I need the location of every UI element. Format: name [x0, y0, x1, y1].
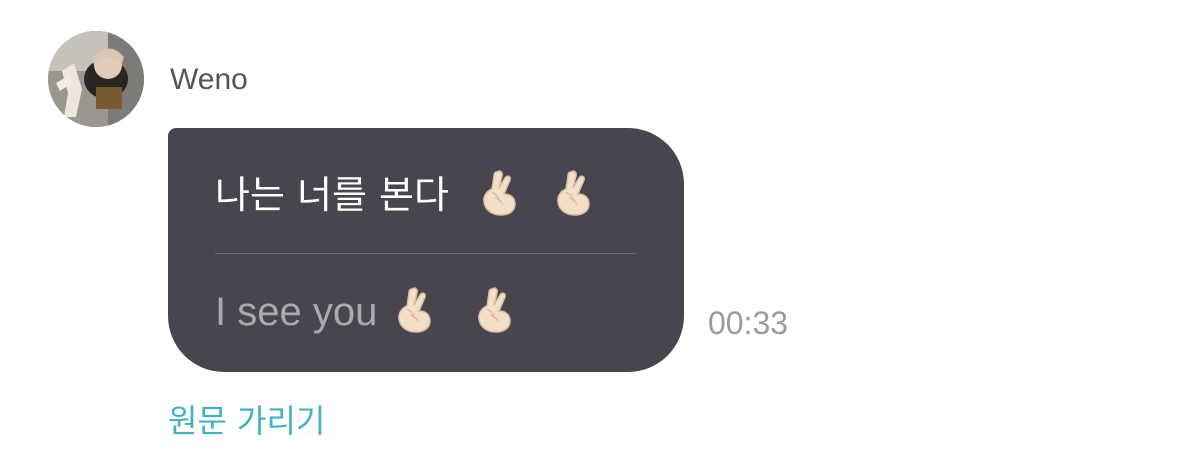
original-message-text: 나는 너를 본다: [215, 173, 449, 217]
sender-name: Weno: [170, 63, 248, 96]
finger-heart-icon: [472, 285, 516, 333]
finger-heart-icon: [551, 168, 595, 216]
message-bubble[interactable]: 나는 너를 본다 I see you: [168, 128, 684, 372]
finger-heart-icon: [392, 285, 436, 333]
message-timestamp: 00:33: [708, 305, 789, 341]
original-message: 나는 너를 본다: [215, 168, 595, 219]
translated-message-text: I see you: [215, 290, 378, 334]
translated-message: I see you: [215, 285, 516, 337]
avatar-photo: [48, 31, 144, 127]
finger-heart-icon: [477, 168, 521, 216]
translation-divider: [215, 253, 636, 254]
hide-original-link[interactable]: 원문 가리기: [168, 400, 325, 442]
avatar[interactable]: [48, 31, 144, 127]
